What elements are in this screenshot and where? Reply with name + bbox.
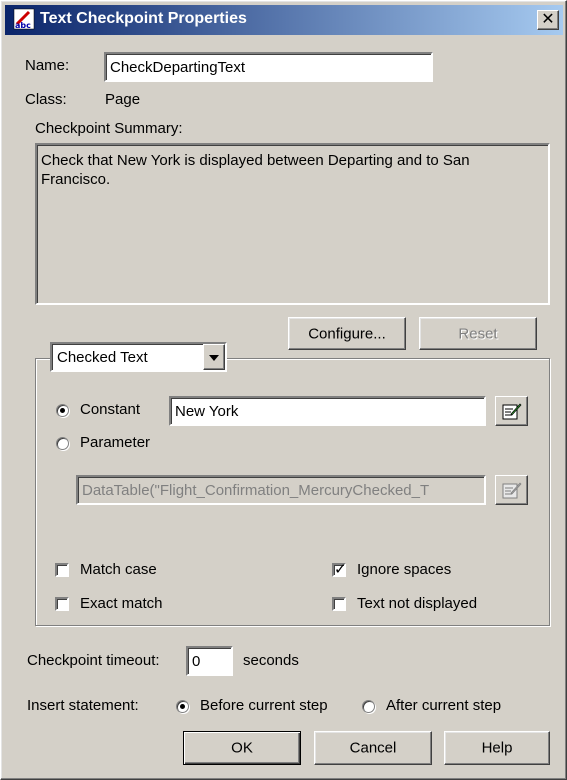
parameter-radio[interactable] <box>56 437 69 450</box>
constant-label: Constant <box>80 401 141 418</box>
name-field[interactable]: CheckDepartingText <box>104 52 433 82</box>
ok-button[interactable]: OK <box>183 731 301 765</box>
constant-input[interactable]: New York <box>169 396 486 426</box>
before-step-radio[interactable] <box>176 700 189 713</box>
parameter-label: Parameter <box>80 434 151 451</box>
reset-button: Reset <box>419 317 537 350</box>
summary-label: Checkpoint Summary: <box>35 120 183 137</box>
chevron-down-icon[interactable] <box>203 344 225 370</box>
svg-text:abc: abc <box>15 21 31 30</box>
timeout-label: Checkpoint timeout: <box>27 652 160 669</box>
after-step-radio[interactable] <box>362 700 375 713</box>
timeout-value: 0 <box>192 653 201 670</box>
exact-match-checkbox[interactable] <box>55 597 69 611</box>
dropdown-selected: Checked Text <box>57 349 148 366</box>
help-button[interactable]: Help <box>444 731 550 765</box>
configure-label: Configure... <box>308 325 386 342</box>
abc-checkpoint-icon: abc <box>13 8 35 30</box>
after-step-label: After current step <box>386 697 502 714</box>
name-label: Name: <box>25 57 70 74</box>
match-case-checkbox[interactable] <box>55 563 69 577</box>
text-not-displayed-checkbox[interactable] <box>332 597 346 611</box>
configure-button[interactable]: Configure... <box>288 317 406 350</box>
timeout-unit: seconds <box>243 652 299 669</box>
before-step-label: Before current step <box>200 697 328 714</box>
text-checkpoint-dialog: abc Text Checkpoint Properties ✕ Name: C… <box>0 0 567 780</box>
checked-text-dropdown[interactable]: Checked Text <box>50 342 227 372</box>
edit-parameter-icon <box>502 482 522 499</box>
close-icon: ✕ <box>541 11 555 28</box>
edit-parameter-icon <box>502 403 522 420</box>
class-label: Class: <box>25 91 67 108</box>
help-label: Help <box>481 739 513 757</box>
insert-statement-label: Insert statement: <box>27 697 139 714</box>
timeout-input[interactable]: 0 <box>186 646 233 676</box>
parameter-edit-button <box>495 475 528 505</box>
name-value: CheckDepartingText <box>110 59 246 76</box>
ignore-spaces-checkbox[interactable] <box>332 560 347 578</box>
cancel-button[interactable]: Cancel <box>314 731 432 765</box>
text-not-displayed-label: Text not displayed <box>357 595 478 612</box>
close-button[interactable]: ✕ <box>537 10 559 30</box>
constant-edit-button[interactable] <box>495 396 528 426</box>
constant-radio[interactable] <box>56 404 69 417</box>
class-value: Page <box>105 91 141 108</box>
checkpoint-summary-box: Check that New York is displayed between… <box>35 143 550 305</box>
window-title: Text Checkpoint Properties <box>40 10 247 27</box>
summary-text: Check that New York is displayed between… <box>41 152 470 188</box>
constant-value: New York <box>175 403 239 420</box>
parameter-input: DataTable("Flight_Confirmation_MercuryCh… <box>76 475 486 505</box>
match-case-label: Match case <box>80 561 157 578</box>
ignore-spaces-label: Ignore spaces <box>357 561 452 578</box>
exact-match-label: Exact match <box>80 595 163 612</box>
dropdown-field[interactable]: Checked Text <box>50 342 227 372</box>
parameter-value: DataTable("Flight_Confirmation_MercuryCh… <box>82 482 430 499</box>
cancel-label: Cancel <box>349 739 397 757</box>
ok-label: OK <box>231 739 253 757</box>
reset-label: Reset <box>458 325 498 342</box>
title-bar[interactable]: abc Text Checkpoint Properties ✕ <box>5 5 563 35</box>
